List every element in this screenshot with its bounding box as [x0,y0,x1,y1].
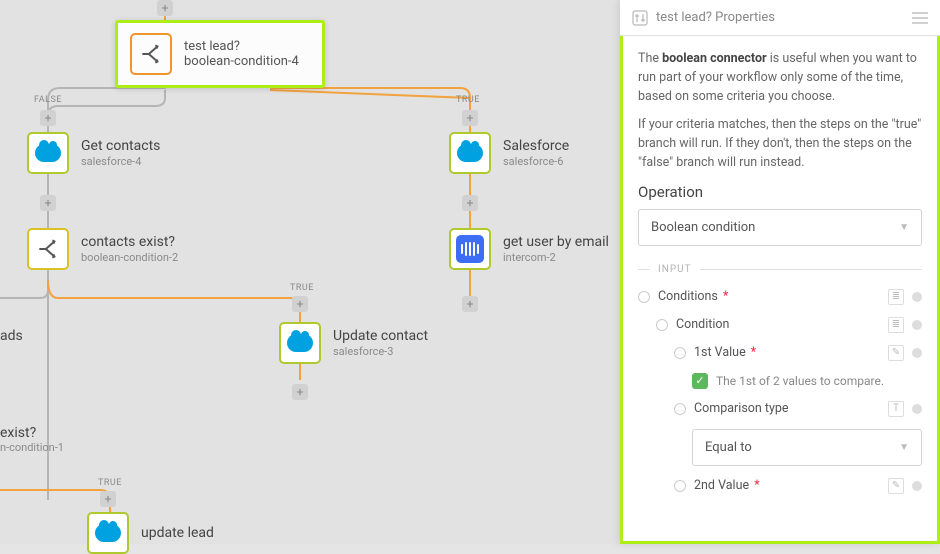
node-title: Salesforce [503,137,569,155]
add-step-button[interactable]: + [462,296,478,312]
field-condition[interactable]: Condition ≣ [656,317,922,333]
node-sub: salesforce-4 [81,155,160,169]
edit-icon[interactable]: ✎ [888,345,904,361]
chevron-down-icon: ▼ [899,222,909,233]
description-2: If your criteria matches, then the steps… [638,116,922,172]
status-dot [912,320,922,330]
first-value-hint: ✓ The 1st of 2 values to compare. [692,373,922,389]
field-first-value[interactable]: 1st Value * ✎ [674,345,922,361]
panel-header: test lead? Properties [620,0,940,36]
status-dot [912,292,922,302]
salesforce-icon [35,144,61,162]
branch-label-true: TRUE [290,283,314,293]
field-conditions[interactable]: Conditions * ≣ [638,289,922,305]
add-step-button[interactable]: + [292,296,308,312]
node-sub: salesforce-6 [503,155,569,169]
node-salesforce[interactable]: Salesforce salesforce-6 [449,132,569,174]
node-test-lead-selected[interactable]: test lead? boolean-condition-4 [115,20,325,88]
add-step-button[interactable]: + [40,110,56,126]
status-dot [912,404,922,414]
list-icon[interactable]: ≣ [888,317,904,333]
node-exist-partial[interactable]: exist? n-condition-1 [0,425,64,454]
add-step-button[interactable]: + [157,0,173,16]
chevron-down-icon: ▼ [899,442,909,453]
panel-title: test lead? Properties [656,10,775,25]
check-icon: ✓ [692,373,708,389]
node-title: get user by email [503,233,609,251]
operation-label: Operation [638,183,922,201]
node-title: Get contacts [81,137,160,155]
node-sub: intercom-2 [503,251,609,265]
field-second-value[interactable]: 2nd Value * ✎ [674,478,922,494]
branch-label-true: TRUE [98,478,122,488]
node-update-contact[interactable]: Update contact salesforce-3 [279,322,428,364]
node-title: test lead? [184,39,299,54]
node-get-contacts[interactable]: Get contacts salesforce-4 [27,132,160,174]
list-icon[interactable]: ≣ [888,289,904,305]
salesforce-icon [457,144,483,162]
add-step-button[interactable]: + [462,195,478,211]
add-step-button[interactable]: + [40,195,56,211]
workflow-canvas[interactable]: + test lead? boolean-condition-4 FALSE T… [0,0,620,544]
field-comparison-type[interactable]: Comparison type T [674,401,922,417]
status-dot [912,348,922,358]
node-ads-partial[interactable]: ads [0,328,23,344]
node-contacts-exist[interactable]: contacts exist? boolean-condition-2 [27,228,178,270]
settings-icon [632,10,648,26]
comparison-select[interactable]: Equal to ▼ [692,429,922,466]
branch-label-true: TRUE [456,95,480,105]
panel-menu-button[interactable] [912,12,928,24]
node-get-user-email[interactable]: get user by email intercom-2 [449,228,609,270]
type-icon[interactable]: T [888,401,904,417]
edit-icon[interactable]: ✎ [888,478,904,494]
node-update-lead[interactable]: update lead [87,512,214,554]
description-1: The boolean connector is useful when you… [638,50,922,106]
node-title: update lead [141,524,214,542]
add-step-button[interactable]: + [462,110,478,126]
salesforce-icon [95,524,121,542]
intercom-icon [456,235,484,263]
branch-label-false: FALSE [34,95,62,105]
salesforce-icon [287,334,313,352]
node-sub: boolean-condition-2 [81,251,178,265]
input-section-label: INPUT [638,264,922,275]
node-title: Update contact [333,327,428,345]
properties-panel: test lead? Properties The boolean connec… [620,0,940,544]
status-dot [912,481,922,491]
node-title: contacts exist? [81,233,178,251]
add-step-button[interactable]: + [100,491,116,507]
operation-select[interactable]: Boolean condition ▼ [638,209,922,246]
fork-icon [130,33,172,75]
node-sub: boolean-condition-4 [184,54,299,69]
add-step-button[interactable]: + [292,384,308,400]
fork-icon [27,228,69,270]
node-sub: salesforce-3 [333,345,428,359]
